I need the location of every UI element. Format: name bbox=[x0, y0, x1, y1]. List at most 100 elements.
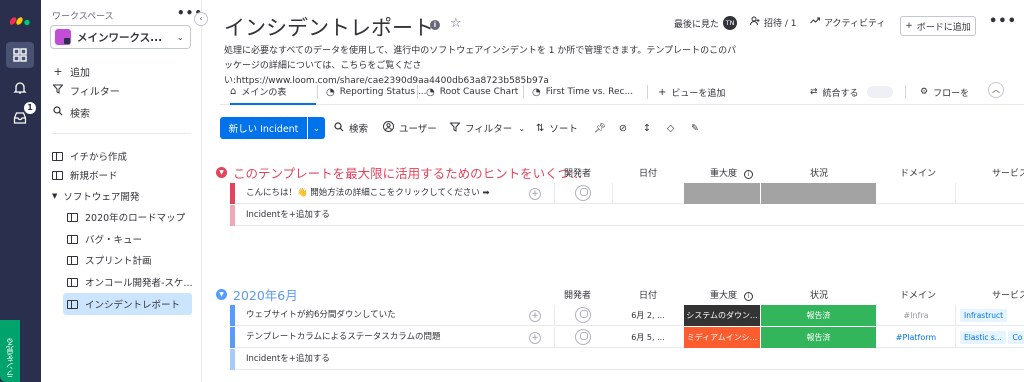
severity-cell[interactable]: システムのダウン... bbox=[684, 305, 760, 326]
tab-root-cause[interactable]: ◔ Root Cause Chart bbox=[426, 79, 518, 105]
sort-icon: ⇅ bbox=[536, 122, 545, 134]
see-plans-button[interactable]: ランを見る bbox=[0, 320, 20, 382]
column-header-domain[interactable]: ドメイン bbox=[900, 288, 936, 301]
date-cell[interactable]: 6月 5, ... bbox=[618, 327, 678, 348]
hide-icon[interactable]: ⊘ bbox=[619, 117, 627, 139]
sidebar-item-bug-queue[interactable]: バグ・キュー bbox=[63, 230, 192, 248]
severity-cell[interactable]: ミディアムインシ... bbox=[684, 327, 760, 348]
table-row[interactable]: テンプレートカラムによるステータスカラムの問題 + 6月 5, ... ミディア… bbox=[230, 327, 1024, 348]
column-header-developer[interactable]: 開発者 bbox=[564, 166, 591, 179]
column-header-domain[interactable]: ドメイン bbox=[900, 166, 936, 179]
board-more-icon[interactable]: ••• bbox=[989, 14, 1017, 29]
column-header-service[interactable]: サービス bbox=[992, 166, 1024, 179]
chevron-down-icon[interactable]: ⌄ bbox=[308, 117, 325, 139]
monday-logo-icon[interactable] bbox=[9, 10, 31, 26]
row-name[interactable]: こんにちは！👋 開始方法の詳細ここをクリックしてください ➡ bbox=[246, 183, 490, 204]
table-row[interactable]: こんにちは！👋 開始方法の詳細ここをクリックしてください ➡ + bbox=[230, 183, 1024, 204]
add-action[interactable]: + 追加 bbox=[52, 63, 90, 79]
person-icon bbox=[383, 121, 394, 135]
chart-icon: ◔ bbox=[326, 86, 335, 98]
page-title[interactable]: インシデントレポート bbox=[224, 12, 434, 42]
star-icon[interactable]: ☆ bbox=[450, 16, 462, 31]
add-update-icon[interactable]: + bbox=[529, 188, 541, 200]
chevron-down-icon[interactable]: ▼ bbox=[216, 167, 227, 178]
sidebar-item-from-scratch[interactable]: イチから作成 bbox=[52, 147, 192, 165]
chevron-up-icon[interactable]: ︿ bbox=[988, 82, 1004, 98]
invite-icon bbox=[750, 16, 760, 29]
pin-icon[interactable]: 📌︎ bbox=[594, 117, 606, 139]
filter-button[interactable]: フィルター ⌄ bbox=[449, 117, 525, 139]
column-header-status[interactable]: 状況 bbox=[810, 166, 828, 179]
column-header-developer[interactable]: 開発者 bbox=[564, 288, 591, 301]
filter-label: フィルター bbox=[465, 124, 513, 135]
color-icon[interactable]: ◇ bbox=[667, 117, 674, 139]
add-update-icon[interactable]: + bbox=[529, 310, 541, 322]
person-filter-button[interactable]: ユーザー bbox=[383, 117, 437, 139]
domain-cell[interactable]: #Platform bbox=[880, 327, 952, 348]
column-header-status[interactable]: 状況 bbox=[810, 288, 828, 301]
board-main: インシデントレポート i ☆ 最後に見た TN 招待 / 1 アクティビティ +… bbox=[202, 0, 1024, 382]
sidebar-item-incident-report[interactable]: インシデントレポート bbox=[63, 293, 192, 315]
table-row[interactable]: ウェブサイトが約6分間ダウンしていた + 6月 2, ... システムのダウン.… bbox=[230, 305, 1024, 326]
last-seen[interactable]: 最後に見た TN bbox=[674, 16, 738, 30]
status-cell[interactable] bbox=[761, 183, 876, 204]
service-cell[interactable]: Infrastruct bbox=[960, 305, 1024, 326]
chevron-down-icon[interactable]: ▼ bbox=[216, 289, 227, 300]
search-action[interactable]: 検索 bbox=[52, 104, 90, 120]
sidebar-item-new-board[interactable]: 新規ボード bbox=[52, 166, 192, 184]
sidebar-folder-software-dev[interactable]: ▼ ソフトウェア開発 bbox=[52, 187, 192, 205]
integrate-button[interactable]: ⇄ 統合する bbox=[810, 79, 893, 105]
date-cell[interactable]: 6月 2, ... bbox=[618, 305, 678, 326]
tab-first-time[interactable]: ◔ First Time vs. Rec... bbox=[532, 79, 633, 105]
sidebar-item-oncall[interactable]: オンコール開発者-スケ... bbox=[63, 273, 192, 291]
info-icon[interactable]: i bbox=[430, 20, 440, 30]
status-cell[interactable]: 報告済 bbox=[761, 327, 876, 348]
column-header-severity[interactable]: 重大度 i bbox=[710, 288, 753, 301]
tab-reporting-status[interactable]: ◔ Reporting Status ... bbox=[326, 79, 426, 105]
plus-icon: + bbox=[905, 21, 913, 31]
column-header-date[interactable]: 日付 bbox=[639, 288, 657, 301]
board-icon bbox=[67, 212, 78, 222]
add-item-row[interactable]: Incidentを+追加する bbox=[230, 349, 1024, 370]
row-name[interactable]: ウェブサイトが約6分間ダウンしていた bbox=[246, 305, 396, 326]
bell-icon[interactable] bbox=[6, 75, 34, 101]
workspace-selector[interactable]: メインワークス... ⌄ bbox=[50, 25, 191, 49]
person-empty-icon[interactable] bbox=[575, 185, 591, 201]
automate-flow-button[interactable]: ⚙ フローを bbox=[920, 79, 969, 105]
add-to-board-button[interactable]: + ボードに追加 bbox=[900, 16, 976, 36]
invite-button[interactable]: 招待 / 1 bbox=[750, 16, 796, 29]
info-icon[interactable]: i bbox=[743, 170, 753, 179]
apps-grid-icon[interactable] bbox=[6, 42, 34, 68]
add-item-row[interactable]: Incidentを+追加する bbox=[230, 205, 1024, 226]
row-name[interactable]: テンプレートカラムによるステータスカラムの問題 bbox=[246, 327, 440, 348]
domain-cell[interactable]: #Infra bbox=[880, 305, 952, 326]
pencil-icon[interactable]: ✎ bbox=[691, 117, 699, 139]
person-empty-icon[interactable] bbox=[575, 307, 591, 323]
search-button[interactable]: 検索 bbox=[334, 117, 368, 139]
activity-button[interactable]: アクティビティ bbox=[810, 16, 885, 29]
new-incident-button[interactable]: 新しい Incident bbox=[220, 117, 307, 139]
filter-action[interactable]: フィルター bbox=[52, 82, 120, 98]
sidebar-item-label: バグ・キュー bbox=[85, 235, 143, 246]
row-height-icon[interactable]: ↕ bbox=[643, 117, 651, 139]
column-header-date[interactable]: 日付 bbox=[639, 166, 657, 179]
column-header-severity[interactable]: 重大度 i bbox=[710, 166, 753, 179]
board-icon bbox=[67, 255, 78, 265]
tab-main-table[interactable]: ⌂ メインの表 bbox=[230, 79, 316, 105]
info-icon[interactable]: i bbox=[743, 292, 753, 301]
integrate-icon: ⇄ bbox=[810, 87, 818, 97]
sort-button[interactable]: ⇅ ソート bbox=[536, 117, 578, 139]
cell-divider bbox=[612, 183, 613, 204]
add-update-icon[interactable]: + bbox=[529, 332, 541, 344]
service-cell[interactable]: Elastic s... Co bbox=[960, 327, 1024, 348]
group-title-june-2020[interactable]: ▼ 2020年6月 bbox=[216, 285, 298, 304]
sidebar-item-roadmap[interactable]: 2020年のロードマップ bbox=[63, 208, 192, 226]
group-title-tips[interactable]: ▼ このテンプレートを最大限に活用するためのヒントをいくつ... bbox=[216, 163, 582, 182]
column-header-service[interactable]: サービス bbox=[992, 288, 1024, 301]
severity-cell[interactable] bbox=[684, 183, 760, 204]
add-view-button[interactable]: + ビューを追加 bbox=[658, 79, 725, 105]
chart-icon: ◔ bbox=[426, 86, 435, 98]
status-cell[interactable]: 報告済 bbox=[761, 305, 876, 326]
sidebar-item-sprint[interactable]: スプリント計画 bbox=[63, 251, 192, 269]
person-empty-icon[interactable] bbox=[575, 329, 591, 345]
